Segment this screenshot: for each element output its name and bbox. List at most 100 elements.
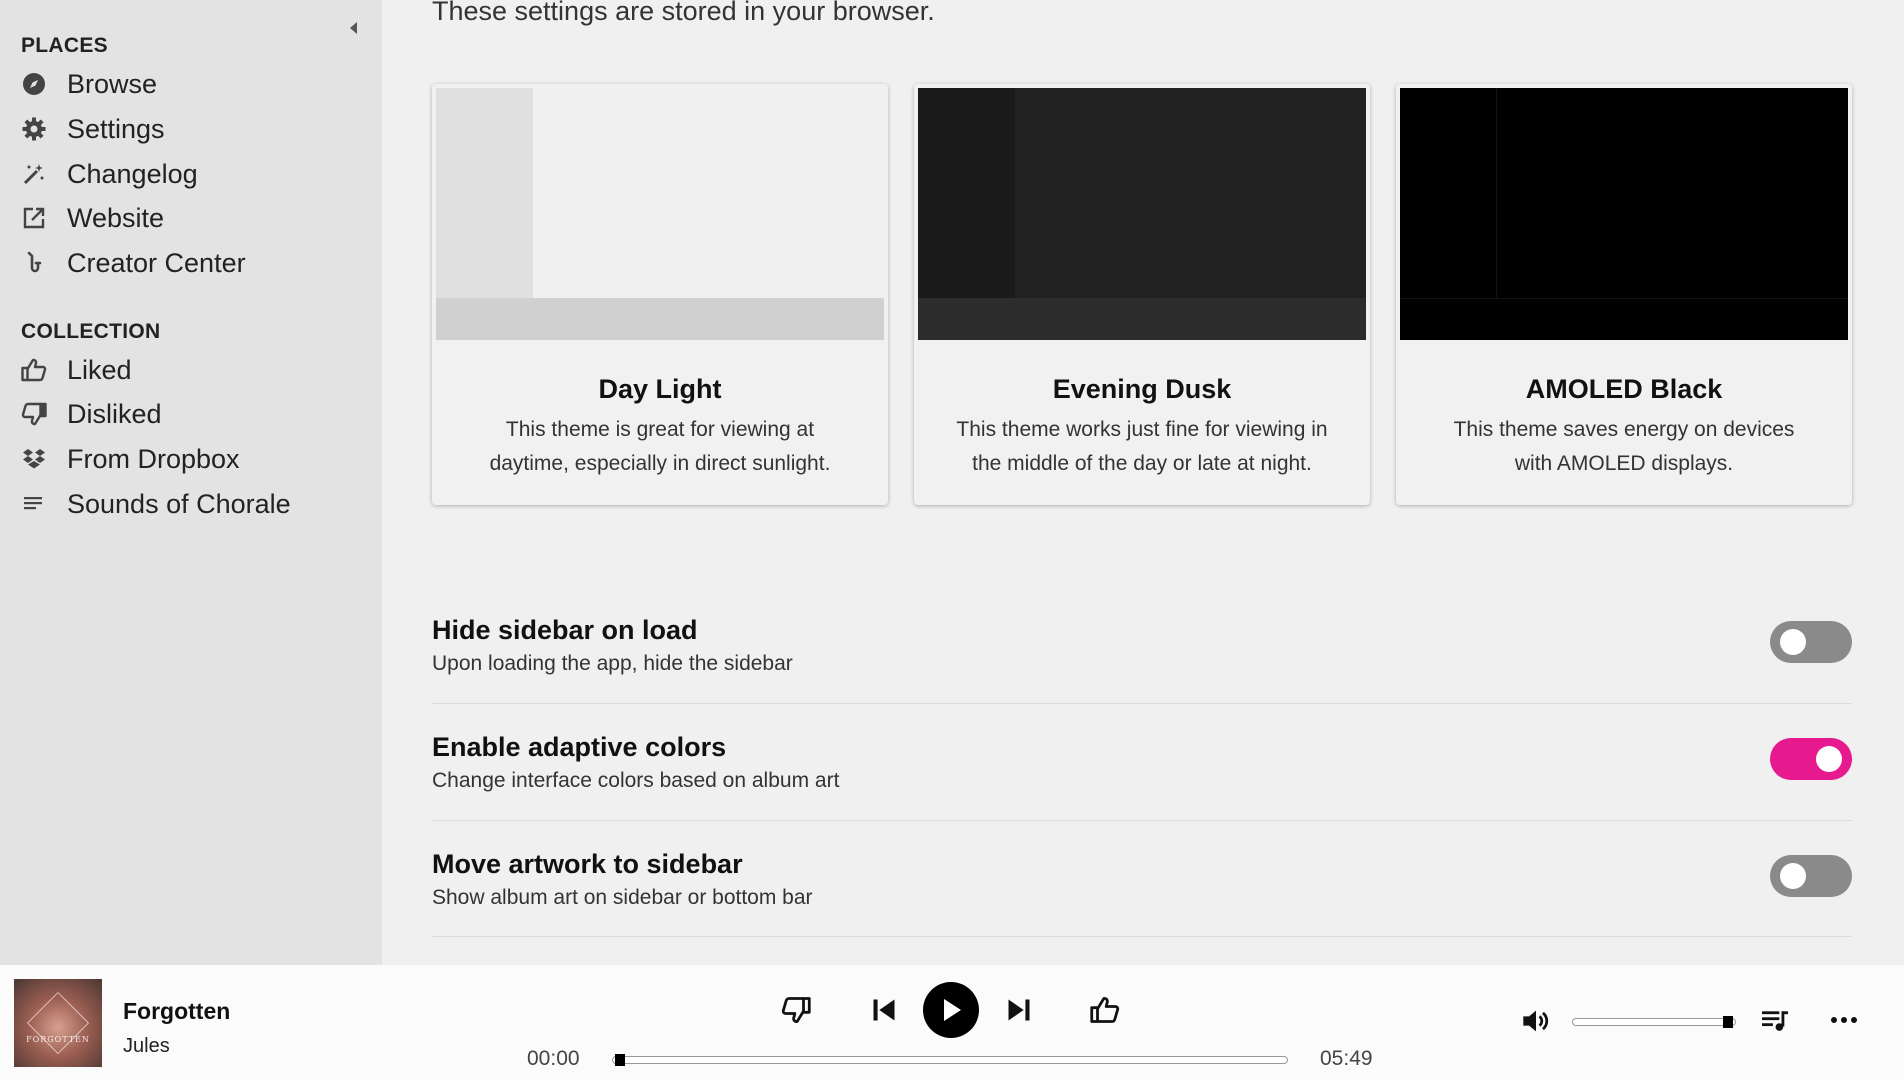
album-art[interactable]: FORGOTTEN (14, 979, 102, 1067)
compass-icon (21, 71, 47, 97)
sidebar-item-label: Disliked (67, 398, 162, 429)
skip-previous-icon (873, 999, 895, 1021)
places-section-title: PLACES (21, 34, 108, 57)
album-art-text: FORGOTTEN (26, 1035, 90, 1044)
queue-button[interactable] (1757, 1002, 1793, 1038)
sidebar-item-sounds-of-chorale[interactable]: Sounds of Chorale (21, 484, 361, 524)
toggle-knob (1780, 629, 1806, 655)
setting-title: Enable adaptive colors (432, 732, 727, 762)
thumbs-down-icon (21, 401, 47, 427)
divider (432, 820, 1852, 821)
track-artist[interactable]: Jules (123, 1035, 170, 1058)
dropbox-icon (21, 446, 47, 472)
duration: 05:49 (1320, 1047, 1373, 1070)
theme-preview-sidebar (436, 88, 533, 298)
theme-preview-content (533, 88, 884, 298)
sidebar-item-disliked[interactable]: Disliked (21, 394, 361, 434)
dislike-button[interactable] (778, 992, 814, 1028)
playlist-icon (21, 491, 47, 517)
theme-preview (436, 88, 884, 340)
toggle-knob (1816, 746, 1842, 772)
move-artwork-toggle[interactable] (1770, 855, 1852, 897)
hide-sidebar-toggle[interactable] (1770, 621, 1852, 663)
sidebar-item-liked[interactable]: Liked (21, 350, 361, 390)
divider (432, 703, 1852, 704)
more-options-button[interactable] (1826, 1002, 1862, 1038)
sidebar-item-from-dropbox[interactable]: From Dropbox (21, 439, 361, 479)
toggle-knob (1780, 863, 1806, 889)
volume-thumb[interactable] (1723, 1016, 1733, 1028)
sidebar-item-label: Settings (67, 113, 165, 144)
saxophone-icon (21, 250, 47, 276)
caret-left-icon (350, 22, 357, 34)
sidebar-item-label: Sounds of Chorale (67, 488, 291, 519)
sidebar-item-settings[interactable]: Settings (21, 109, 361, 149)
theme-preview-content (1015, 88, 1366, 298)
setting-move-artwork: Move artwork to sidebar Show album art o… (432, 849, 1852, 910)
next-button[interactable] (1001, 992, 1037, 1028)
theme-preview-content (1497, 88, 1848, 298)
like-button[interactable] (1087, 992, 1123, 1028)
theme-preview-bar (918, 298, 1366, 340)
thumbs-down-icon (781, 997, 811, 1023)
sidebar-item-browse[interactable]: Browse (21, 64, 361, 104)
sidebar-item-label: Browse (67, 68, 158, 99)
setting-description: Change interface colors based on album a… (432, 769, 840, 792)
collapse-sidebar-button[interactable] (344, 18, 364, 38)
player-bar: FORGOTTEN Forgotten Jules 00:00 05:49 (0, 965, 1904, 1080)
settings-main: These settings are stored in your browse… (382, 0, 1904, 965)
queue-music-icon (1762, 1011, 1788, 1031)
play-button[interactable] (923, 982, 979, 1038)
volume-button[interactable] (1518, 1003, 1554, 1039)
theme-preview-bar (436, 298, 884, 340)
theme-preview (918, 88, 1366, 340)
setting-title: Move artwork to sidebar (432, 849, 743, 879)
seek-thumb[interactable] (615, 1054, 625, 1066)
theme-preview-sidebar (918, 88, 1015, 298)
sidebar-item-label: Creator Center (67, 247, 246, 278)
previous-button[interactable] (866, 992, 902, 1028)
track-title[interactable]: Forgotten (123, 998, 230, 1025)
theme-description: This theme works just fine for viewing i… (956, 418, 1328, 475)
sidebar-item-label: From Dropbox (67, 443, 240, 474)
theme-title: AMOLED Black (1525, 374, 1723, 404)
settings-intro: These settings are stored in your browse… (432, 0, 935, 26)
theme-description: This theme saves energy on devices with … (1453, 418, 1795, 475)
volume-slider[interactable] (1572, 1016, 1736, 1028)
volume-icon (1523, 1010, 1549, 1032)
external-link-icon (21, 205, 47, 231)
sidebar-item-creator-center[interactable]: Creator Center (21, 243, 361, 283)
theme-preview-sidebar (1400, 88, 1497, 298)
sidebar-item-label: Website (67, 202, 165, 233)
theme-description: This theme is great for viewing at dayti… (489, 418, 831, 475)
seek-bar[interactable] (612, 1054, 1288, 1066)
sidebar-item-changelog[interactable]: Changelog (21, 154, 361, 194)
theme-preview (1400, 88, 1848, 340)
current-time: 00:00 (527, 1047, 580, 1070)
setting-description: Upon loading the app, hide the sidebar (432, 652, 793, 675)
play-icon (944, 999, 961, 1021)
theme-title: Day Light (598, 374, 722, 404)
more-horizontal-icon (1831, 1017, 1857, 1023)
divider (432, 936, 1852, 937)
gear-icon (21, 116, 47, 142)
sidebar: PLACES Browse Settings Changelog Website… (0, 0, 382, 965)
thumbs-up-icon (21, 357, 47, 383)
setting-title: Hide sidebar on load (432, 615, 698, 645)
collection-section-title: COLLECTION (21, 320, 161, 343)
sidebar-item-label: Liked (67, 354, 132, 385)
thumbs-up-icon (1090, 997, 1120, 1023)
adaptive-colors-toggle[interactable] (1770, 738, 1852, 780)
theme-card-amoled-black[interactable]: AMOLED Black This theme saves energy on … (1396, 84, 1852, 505)
magic-wand-icon (21, 161, 47, 187)
sidebar-item-website[interactable]: Website (21, 198, 361, 238)
theme-card-day-light[interactable]: Day Light This theme is great for viewin… (432, 84, 888, 505)
album-art-diamond (26, 991, 90, 1055)
skip-next-icon (1008, 999, 1030, 1021)
theme-card-evening-dusk[interactable]: Evening Dusk This theme works just fine … (914, 84, 1370, 505)
sidebar-item-label: Changelog (67, 158, 198, 189)
setting-adaptive-colors: Enable adaptive colors Change interface … (432, 732, 1852, 793)
setting-description: Show album art on sidebar or bottom bar (432, 886, 813, 909)
theme-title: Evening Dusk (1052, 374, 1232, 404)
setting-hide-sidebar: Hide sidebar on load Upon loading the ap… (432, 615, 1852, 676)
